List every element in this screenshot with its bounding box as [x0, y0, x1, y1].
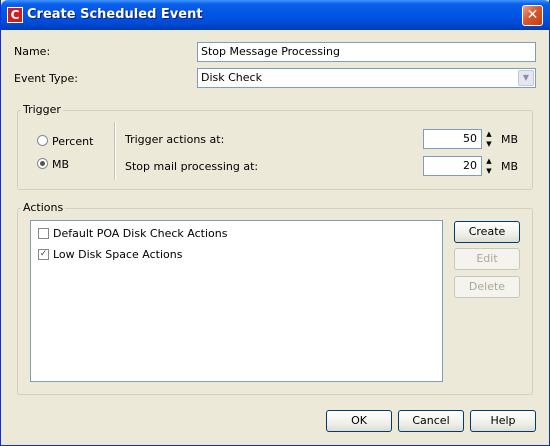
- action-checkbox-low-disk-space[interactable]: ✓: [38, 249, 49, 260]
- trigger-group-title: Trigger: [21, 103, 63, 116]
- spin-up-icon[interactable]: ▲: [482, 156, 496, 166]
- spin-down-icon[interactable]: ▼: [482, 139, 496, 149]
- event-type-value: Disk Check: [201, 71, 262, 84]
- trigger-actions-at-label: Trigger actions at:: [125, 133, 225, 146]
- trigger-actions-at-input[interactable]: 50: [423, 129, 482, 149]
- actions-group-title: Actions: [21, 201, 66, 214]
- cancel-button[interactable]: Cancel: [398, 410, 464, 432]
- spin-up-icon[interactable]: ▲: [482, 129, 496, 139]
- trigger-divider: [114, 122, 116, 180]
- action-label-low-disk-space[interactable]: Low Disk Space Actions: [53, 248, 182, 261]
- app-logo-icon: C: [7, 7, 23, 23]
- event-type-dropdown[interactable]: Disk Check ▼: [197, 68, 536, 88]
- name-field[interactable]: Stop Message Processing: [197, 42, 536, 62]
- percent-radio-label[interactable]: Percent: [52, 135, 93, 148]
- window-title: Create Scheduled Event: [27, 7, 203, 22]
- trigger-actions-at-unit: MB: [501, 133, 519, 146]
- action-label-default-poa[interactable]: Default POA Disk Check Actions: [53, 227, 227, 240]
- trigger-actions-at-spinner[interactable]: ▲ ▼: [482, 129, 496, 149]
- spin-down-icon[interactable]: ▼: [482, 166, 496, 176]
- chevron-down-icon[interactable]: ▼: [518, 70, 534, 86]
- help-button[interactable]: Help: [470, 410, 536, 432]
- stop-mail-processing-spinner[interactable]: ▲ ▼: [482, 156, 496, 176]
- close-icon[interactable]: ✕: [522, 5, 543, 26]
- mb-radio[interactable]: [37, 158, 48, 169]
- mb-radio-label[interactable]: MB: [52, 158, 69, 171]
- event-type-label: Event Type:: [14, 72, 78, 85]
- action-checkbox-default-poa[interactable]: [38, 228, 49, 239]
- trigger-group: [17, 110, 533, 190]
- percent-radio[interactable]: [37, 135, 48, 146]
- create-button[interactable]: Create: [454, 221, 520, 243]
- stop-mail-processing-label: Stop mail processing at:: [125, 160, 259, 173]
- stop-mail-processing-input[interactable]: 20: [423, 156, 482, 176]
- title-bar[interactable]: C Create Scheduled Event ✕: [1, 0, 550, 30]
- delete-button[interactable]: Delete: [454, 276, 520, 298]
- create-scheduled-event-dialog: C Create Scheduled Event ✕ Name: Stop Me…: [0, 0, 550, 446]
- name-label: Name:: [14, 45, 51, 58]
- edit-button[interactable]: Edit: [454, 248, 520, 270]
- actions-list[interactable]: Default POA Disk Check Actions ✓ Low Dis…: [30, 220, 443, 382]
- stop-mail-processing-unit: MB: [501, 160, 519, 173]
- ok-button[interactable]: OK: [326, 410, 392, 432]
